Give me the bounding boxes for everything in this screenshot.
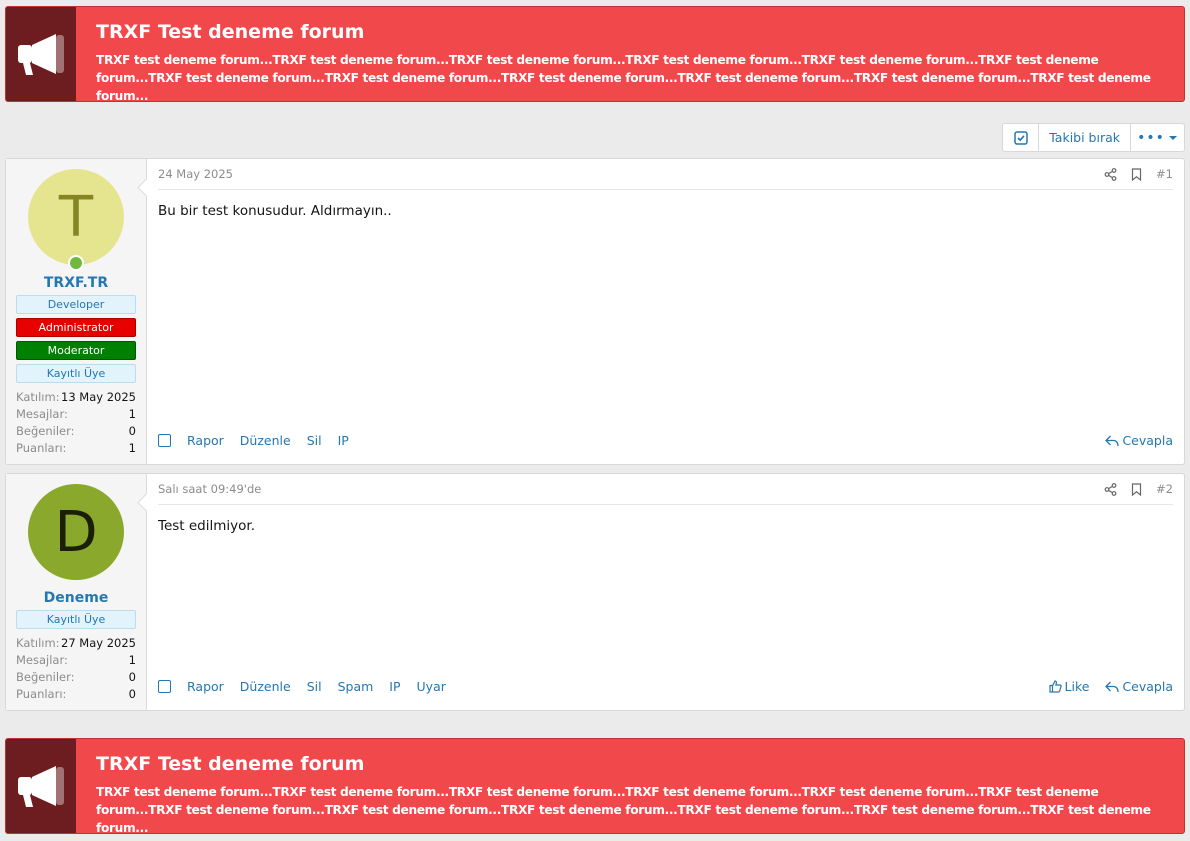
share-icon[interactable] <box>1104 167 1117 181</box>
user-stats: Katılım: 27 May 2025 Mesajlar: 1 Beğeniler… <box>16 635 136 703</box>
warn-link[interactable]: Uyar <box>417 679 446 694</box>
notice-title: TRXF Test deneme forum <box>96 753 365 775</box>
post-body: Test edilmiyor. <box>158 518 256 534</box>
reply-button[interactable]: Cevapla <box>1105 433 1173 448</box>
post-header: 24 May 2025 #1 <box>158 159 1173 190</box>
post-date[interactable]: 24 May 2025 <box>158 167 233 181</box>
reply-button[interactable]: Cevapla <box>1105 679 1173 694</box>
report-link[interactable]: Rapor <box>187 679 224 694</box>
chevron-down-icon <box>1168 135 1177 140</box>
post-footer: Rapor Düzenle Sil Spam IP Uyar Like Ceva… <box>158 679 1173 694</box>
stat-label: Mesajlar: <box>16 653 68 667</box>
post-message: Salı saat 09:49'de #2 Test edilmiyor. Ra… <box>147 474 1184 710</box>
stat-label: Beğeniler: <box>16 424 75 438</box>
post-user-info: T TRXF.TR Developer Administrator Modera… <box>6 159 147 464</box>
reply-label: Cevapla <box>1122 679 1173 694</box>
thread-actions: Takibi bırak ••• <box>1002 123 1185 152</box>
like-button[interactable]: Like <box>1048 679 1090 694</box>
avatar-letter: T <box>58 184 94 250</box>
user-banner-administrator: Administrator <box>16 318 136 337</box>
notice-text: TRXF test deneme forum...TRXF test denem… <box>96 53 1151 102</box>
user-stats: Katılım: 13 May 2025 Mesajlar: 1 Beğeniler… <box>16 389 136 457</box>
delete-link[interactable]: Sil <box>307 679 322 694</box>
ip-link[interactable]: IP <box>389 679 400 694</box>
user-banner-moderator: Moderator <box>16 341 136 360</box>
online-status-icon <box>68 255 84 271</box>
megaphone-icon <box>6 739 76 833</box>
more-label: ••• <box>1137 129 1165 146</box>
stat-value: 0 <box>128 424 136 438</box>
stat-value: 13 May 2025 <box>61 390 136 404</box>
stat-value: 0 <box>128 687 136 701</box>
stat-value: 1 <box>128 407 136 421</box>
checkbox-checked-icon <box>1013 130 1028 145</box>
stat-label: Katılım: <box>16 636 60 650</box>
select-post-checkbox[interactable] <box>158 434 171 447</box>
edit-link[interactable]: Düzenle <box>240 433 291 448</box>
username[interactable]: Deneme <box>16 590 136 606</box>
user-banner-registered: Kayıtlı Üye <box>16 364 136 383</box>
like-label: Like <box>1064 679 1090 694</box>
post-message: 24 May 2025 #1 Bu bir test konusudur. Al… <box>147 159 1184 464</box>
stat-value: 0 <box>128 670 136 684</box>
select-post-checkbox[interactable] <box>158 680 171 693</box>
stat-value: 1 <box>128 441 136 455</box>
post: D Deneme Kayıtlı Üye Katılım: 27 May 2025… <box>5 473 1185 711</box>
delete-link[interactable]: Sil <box>307 433 322 448</box>
bookmark-icon[interactable] <box>1131 167 1142 181</box>
post-user-info: D Deneme Kayıtlı Üye Katılım: 27 May 2025… <box>6 474 147 710</box>
bookmark-icon[interactable] <box>1131 482 1142 496</box>
post-number[interactable]: #2 <box>1156 482 1173 496</box>
username[interactable]: TRXF.TR <box>16 275 136 291</box>
report-link[interactable]: Rapor <box>187 433 224 448</box>
select-thread-button[interactable] <box>1003 124 1040 151</box>
post-body: Bu bir test konusudur. Aldırmayın.. <box>158 203 392 219</box>
stat-value: 1 <box>128 653 136 667</box>
stat-label: Katılım: <box>16 390 60 404</box>
edit-link[interactable]: Düzenle <box>240 679 291 694</box>
avatar-letter: D <box>54 499 98 565</box>
notice-banner-top: TRXF Test deneme forum TRXF test deneme … <box>5 6 1185 102</box>
post-number[interactable]: #1 <box>1156 167 1173 181</box>
unfollow-button[interactable]: Takibi bırak <box>1039 124 1131 151</box>
user-banner-developer: Developer <box>16 295 136 314</box>
stat-label: Beğeniler: <box>16 670 75 684</box>
reply-label: Cevapla <box>1122 433 1173 448</box>
avatar[interactable]: D <box>28 484 124 580</box>
notice-title: TRXF Test deneme forum <box>96 21 365 43</box>
post-footer: Rapor Düzenle Sil IP Cevapla <box>158 433 1173 448</box>
post: T TRXF.TR Developer Administrator Modera… <box>5 158 1185 465</box>
stat-label: Puanları: <box>16 687 67 701</box>
post-date[interactable]: Salı saat 09:49'de <box>158 482 261 496</box>
share-icon[interactable] <box>1104 482 1117 496</box>
stat-value: 27 May 2025 <box>61 636 136 650</box>
more-options-button[interactable]: ••• <box>1131 124 1184 151</box>
post-header: Salı saat 09:49'de #2 <box>158 474 1173 505</box>
avatar[interactable]: T <box>28 169 124 271</box>
ip-link[interactable]: IP <box>338 433 349 448</box>
megaphone-icon <box>6 7 76 101</box>
thumbs-up-icon <box>1048 680 1062 693</box>
spam-link[interactable]: Spam <box>338 679 374 694</box>
reply-icon <box>1105 681 1120 692</box>
stat-label: Mesajlar: <box>16 407 68 421</box>
notice-text: TRXF test deneme forum...TRXF test denem… <box>96 785 1151 834</box>
reply-icon <box>1105 435 1120 446</box>
user-banner-registered: Kayıtlı Üye <box>16 610 136 629</box>
stat-label: Puanları: <box>16 441 67 455</box>
notice-banner-bottom: TRXF Test deneme forum TRXF test deneme … <box>5 738 1185 834</box>
